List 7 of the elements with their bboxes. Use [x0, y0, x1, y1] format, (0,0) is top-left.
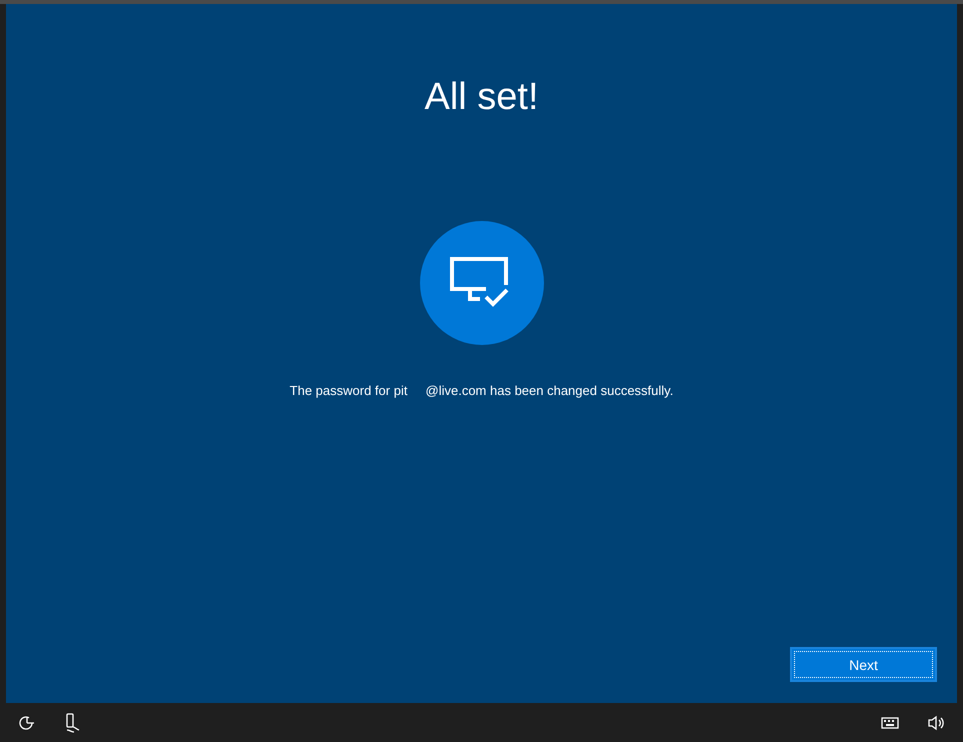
- narrator-icon[interactable]: [64, 712, 80, 732]
- status-message: The password for pit @live.com has been changed successfully.: [290, 383, 674, 398]
- volume-icon[interactable]: [927, 714, 945, 730]
- keyboard-icon[interactable]: [881, 716, 899, 728]
- page-title: All set!: [424, 76, 539, 119]
- ease-of-access-icon[interactable]: [18, 714, 36, 732]
- next-button[interactable]: Next: [790, 647, 937, 682]
